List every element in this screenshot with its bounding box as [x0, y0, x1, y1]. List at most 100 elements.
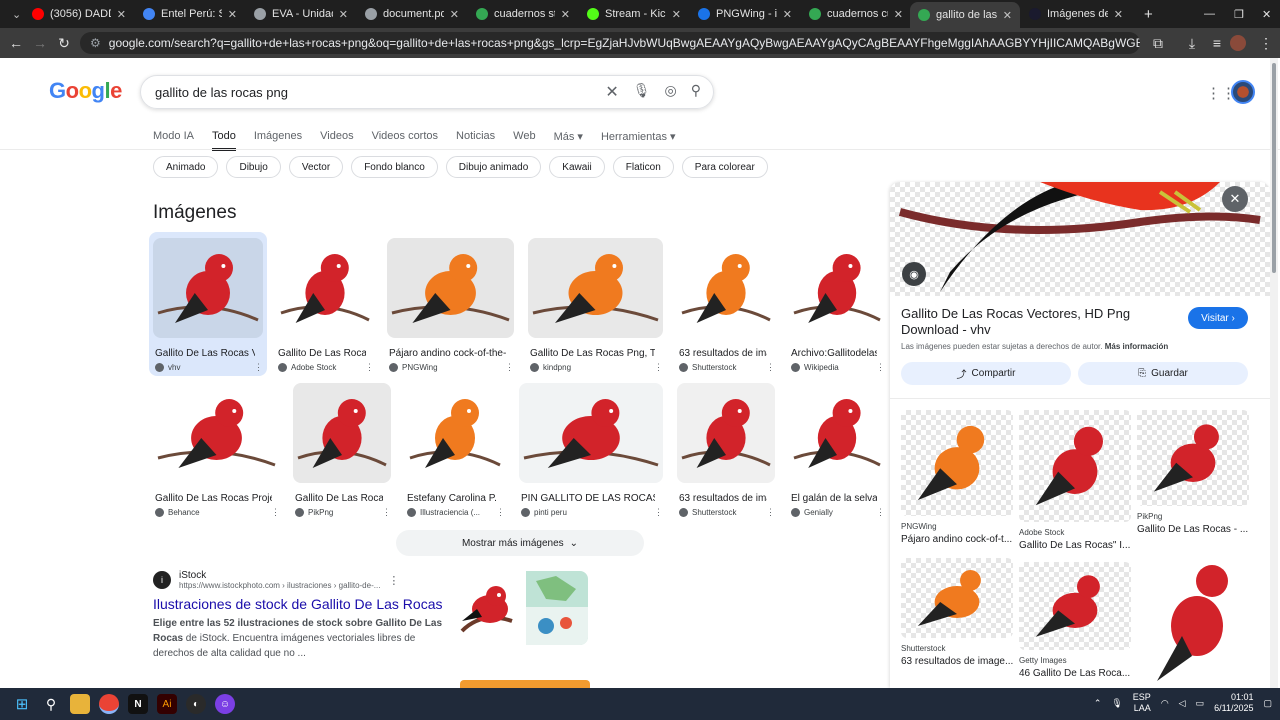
search-tab[interactable]: Noticias [456, 130, 495, 151]
download-icon[interactable]: ⤓ [1180, 35, 1204, 52]
obs-icon[interactable]: ◐ [186, 694, 206, 714]
microphone-icon[interactable]: 🎙 [633, 82, 651, 102]
image-result[interactable]: 63 resultados de imá... Shutterstock ⋮ [673, 232, 779, 376]
app-purple-icon[interactable]: ☺ [215, 694, 235, 714]
file-explorer-icon[interactable] [70, 694, 90, 714]
related-image[interactable]: Getty Images 46 Gallito De Las Roca... [1019, 562, 1131, 688]
language-indicator[interactable]: ESP LAA [1133, 692, 1151, 714]
tab-close-icon[interactable]: ✕ [450, 8, 459, 21]
related-image[interactable]: Adobe Stock Gallito De Las Rocas" I... [1019, 410, 1131, 562]
chevron-up-icon[interactable]: ⌃ [1094, 698, 1102, 709]
browser-tab[interactable]: EVA - Unidades d ✕ [246, 4, 356, 24]
filter-chip[interactable]: Flaticon [612, 156, 674, 178]
related-image[interactable]: PikPng Gallito De Las Rocas - ... [1137, 410, 1249, 546]
save-button[interactable]: ⎘ Guardar [1078, 362, 1248, 385]
close-window-button[interactable]: ✕ [1254, 4, 1274, 24]
image-result[interactable]: PIN GALLITO DE LAS ROCAS pinti peru ⋮ [515, 377, 667, 521]
more-options-icon[interactable]: ⋮ [505, 362, 514, 373]
maximize-button[interactable]: ❐ [1226, 4, 1246, 24]
image-result[interactable]: Pájaro andino cock-of-the-r... PNGWing ⋮ [383, 232, 518, 376]
more-info-link[interactable]: Más información [1105, 342, 1169, 351]
chrome-icon[interactable] [99, 694, 119, 714]
more-options-icon[interactable]: ⋮ [876, 507, 885, 518]
preview-image[interactable] [890, 182, 1270, 296]
search-taskbar-icon[interactable]: ⚲ [41, 694, 61, 714]
filter-chip[interactable]: Para colorear [681, 156, 768, 178]
menu-icon[interactable]: ⋮ [1254, 35, 1278, 52]
reload-icon[interactable]: ↻ [52, 35, 76, 52]
filter-chip[interactable]: Dibujo [226, 156, 281, 178]
search-icon[interactable]: ⚲ [691, 82, 701, 102]
result-url[interactable]: https://www.istockphoto.com › ilustracio… [179, 581, 380, 590]
tab-close-icon[interactable]: ✕ [894, 8, 903, 21]
browser-tab[interactable]: cuadernos stanfo ✕ [468, 4, 578, 24]
tab-close-icon[interactable]: ✕ [1114, 8, 1123, 21]
media-control-icon[interactable]: ≡ [1205, 35, 1229, 51]
search-tab[interactable]: Herramientas ▾ [601, 130, 676, 151]
filter-chip[interactable]: Fondo blanco [351, 156, 438, 178]
image-result[interactable]: El galán de la selva |... Genially ⋮ [785, 377, 889, 521]
more-options-icon[interactable]: ⋮ [876, 362, 885, 373]
more-options-icon[interactable]: ⋮ [496, 507, 505, 518]
image-result[interactable]: 63 resultados de imá... Shutterstock ⋮ [673, 377, 779, 521]
more-options-icon[interactable]: ⋮ [766, 507, 775, 518]
camera-lens-icon[interactable]: ◎ [665, 82, 677, 102]
show-more-images-button[interactable]: Mostrar más imágenes ⌄ [396, 530, 644, 556]
address-bar[interactable]: ⚙ google.com/search?q=gallito+de+las+roc… [80, 32, 1140, 54]
more-options-icon[interactable]: ⋮ [654, 507, 663, 518]
close-panel-button[interactable]: ✕ [1222, 186, 1248, 212]
lens-search-button[interactable]: ◉ [902, 262, 926, 286]
app-n-icon[interactable]: N [128, 694, 148, 714]
browser-tab[interactable]: document.pdf ✕ [357, 4, 467, 24]
more-options-icon[interactable]: ⋮ [766, 362, 775, 373]
tab-close-icon[interactable]: ✕ [339, 8, 348, 21]
share-button[interactable]: ⤴ Compartir [901, 362, 1071, 385]
image-result[interactable]: Estefany Carolina P... Illustraciencia (.… [401, 377, 509, 521]
more-options-icon[interactable]: ⋮ [254, 362, 263, 373]
scrollbar-thumb[interactable] [1272, 63, 1276, 273]
wifi-icon[interactable]: ◠ [1161, 698, 1169, 709]
new-tab-button[interactable]: + [1136, 4, 1156, 24]
forward-icon[interactable]: → [28, 35, 52, 51]
result-title[interactable]: Ilustraciones de stock de Gallito De Las… [153, 596, 443, 612]
browser-tab[interactable]: Entel Perú: Siente ✕ [135, 4, 245, 24]
search-tab[interactable]: Imágenes [254, 130, 302, 151]
image-result[interactable]: Gallito De Las Rocas V... vhv ⋮ [149, 232, 267, 376]
browser-tab[interactable]: Imágenes de "G ✕ [1021, 4, 1131, 24]
search-tab[interactable]: Modo IA [153, 130, 194, 151]
tab-close-icon[interactable]: ✕ [561, 8, 570, 21]
filter-chip[interactable]: Kawaii [549, 156, 605, 178]
back-icon[interactable]: ← [4, 35, 28, 51]
more-options-icon[interactable]: ⋮ [271, 507, 280, 518]
browser-tab[interactable]: Stream - Kick Das ✕ [579, 4, 689, 24]
tab-close-icon[interactable]: ✕ [672, 8, 681, 21]
image-result[interactable]: Gallito De Las Rocas Png, Tr... kindpng ⋮ [524, 232, 667, 376]
filter-chip[interactable]: Vector [288, 156, 344, 178]
search-tab[interactable]: Videos cortos [372, 130, 438, 151]
image-result[interactable]: Archivo:Gallitodelasr... Wikipedia ⋮ [785, 232, 889, 376]
microphone-tray-icon[interactable]: 🎙 [1111, 698, 1122, 709]
illustrator-icon[interactable]: Ai [157, 694, 177, 714]
tab-close-icon[interactable]: ✕ [117, 8, 126, 21]
battery-icon[interactable]: ▭ [1196, 698, 1205, 709]
tab-close-icon[interactable]: ✕ [1003, 9, 1012, 22]
notifications-icon[interactable]: ▢ [1263, 698, 1272, 709]
profile-avatar[interactable] [1230, 35, 1246, 51]
volume-icon[interactable]: ◁ [1179, 698, 1186, 709]
tab-close-icon[interactable]: ✕ [228, 8, 237, 21]
browser-tab[interactable]: (3056) DADDY YA ✕ [24, 4, 134, 24]
minimize-button[interactable]: — [1196, 4, 1216, 24]
filter-chip[interactable]: Dibujo animado [445, 156, 542, 178]
filter-chip[interactable]: Animado [153, 156, 219, 178]
more-options-icon[interactable]: ⋮ [365, 362, 374, 373]
more-options-icon[interactable]: ⋮ [388, 574, 399, 587]
image-result[interactable]: Gallito De Las Roca... Adobe Stock ⋮ [272, 232, 378, 376]
search-tab[interactable]: Más ▾ [554, 130, 583, 151]
browser-tab[interactable]: gallito de las roca ✕ [910, 2, 1020, 28]
preview-title[interactable]: Gallito De Las Rocas Vectores, HD Png Do… [901, 306, 1181, 338]
clear-icon[interactable]: ✕ [605, 82, 618, 102]
browser-tab[interactable]: cuadernos cultur ✕ [801, 4, 911, 24]
google-logo[interactable]: Google [49, 78, 122, 104]
related-image[interactable]: PNGWing Pájaro andino cock-of-t... [901, 410, 1013, 556]
clock[interactable]: 01:01 6/11/2025 [1214, 692, 1253, 714]
